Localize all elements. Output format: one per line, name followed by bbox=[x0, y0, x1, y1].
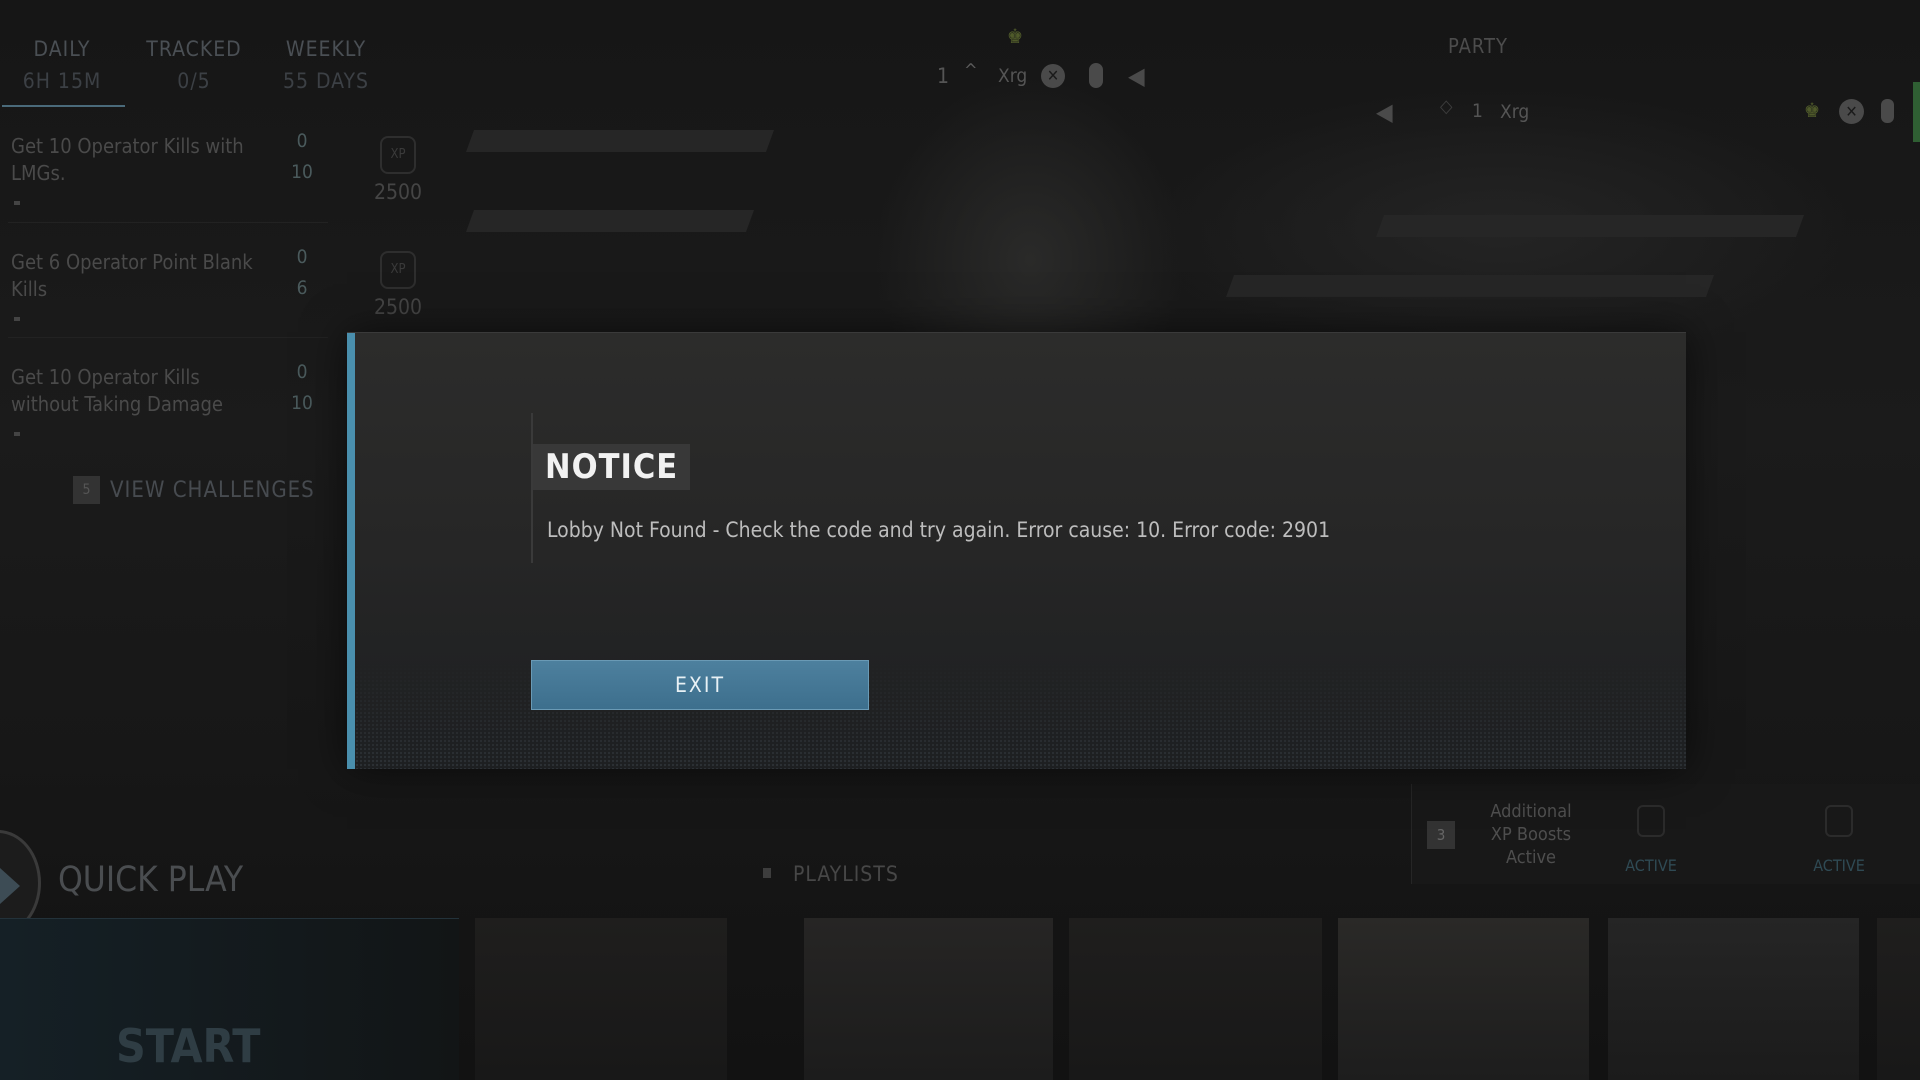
tab-sub: 6H 15M bbox=[22, 69, 102, 93]
player-name: Xrg bbox=[998, 65, 1028, 87]
key-hint: 3 bbox=[1427, 821, 1455, 849]
crown-skull-icon: ♚ bbox=[1007, 24, 1024, 48]
tab-underline bbox=[2, 105, 125, 107]
party-title: PARTY bbox=[1448, 34, 1508, 58]
rank-chevron-icon: ^ bbox=[964, 60, 978, 81]
bg-stripe bbox=[465, 130, 775, 152]
rank-chevron-icon: ◇ bbox=[1440, 96, 1453, 117]
party-status-bar bbox=[1913, 82, 1920, 142]
challenge-progress: 0 10 bbox=[291, 361, 313, 414]
party-member-name[interactable]: Xrg bbox=[1500, 101, 1529, 123]
challenge-title[interactable]: Get 10 Operator Kills without Taking Dam… bbox=[11, 364, 271, 418]
challenge-progress: 06 bbox=[296, 246, 308, 299]
xp-boost-icon bbox=[1637, 805, 1665, 837]
tab-label: DAILY bbox=[33, 37, 91, 61]
divider bbox=[8, 222, 328, 223]
progress-bar bbox=[14, 317, 20, 321]
progress-bar bbox=[14, 432, 20, 436]
speaker-icon[interactable]: ◀ bbox=[1376, 98, 1393, 126]
start-tile[interactable]: START bbox=[0, 918, 459, 1080]
player-level: 1 bbox=[937, 64, 950, 88]
bg-stripe bbox=[1375, 215, 1805, 237]
crown-skull-icon: ♚ bbox=[1804, 98, 1821, 122]
bg-stripe bbox=[465, 210, 755, 232]
playlist-tile[interactable] bbox=[1877, 918, 1920, 1080]
exit-button[interactable]: EXIT bbox=[531, 660, 869, 710]
xp-icon: XP bbox=[380, 136, 416, 174]
party-member-level: 1 bbox=[1472, 100, 1483, 122]
dialog-message: Lobby Not Found - Check the code and try… bbox=[547, 518, 1331, 542]
tab-tracked[interactable]: TRACKED 0/5 bbox=[124, 37, 264, 93]
xp-reward: XP 2500 bbox=[370, 136, 426, 204]
key-hint: 5 bbox=[73, 476, 100, 504]
xbox-icon: ✕ bbox=[1041, 64, 1065, 88]
playlist-tile[interactable] bbox=[475, 918, 727, 1080]
xp-boost-icon bbox=[1825, 805, 1853, 837]
xbox-icon: ✕ bbox=[1839, 99, 1864, 124]
boost-status: ACTIVE bbox=[1625, 856, 1677, 875]
notice-dialog: NOTICE Lobby Not Found - Check the code … bbox=[347, 332, 1686, 769]
playlist-tile[interactable] bbox=[1608, 918, 1859, 1080]
start-label: START bbox=[116, 1019, 261, 1073]
view-challenges-label: VIEW CHALLENGES bbox=[110, 477, 315, 503]
tab-label: WEEKLY bbox=[285, 37, 367, 61]
tab-weekly[interactable]: WEEKLY 55 DAYS bbox=[256, 37, 396, 93]
view-challenges-button[interactable]: 5 VIEW CHALLENGES bbox=[73, 476, 315, 504]
xp-boost-text: Additional XP Boosts Active bbox=[1490, 801, 1572, 868]
challenge-title[interactable]: Get 10 Operator Kills with LMGs. bbox=[11, 133, 271, 187]
mouse-icon bbox=[1881, 99, 1894, 123]
challenge-title[interactable]: Get 6 Operator Point Blank Kills bbox=[11, 249, 271, 303]
boost-status: ACTIVE bbox=[1813, 856, 1865, 875]
tab-sub: 55 DAYS bbox=[282, 69, 370, 93]
divider bbox=[8, 337, 328, 338]
quick-play-title[interactable]: QUICK PLAY bbox=[58, 860, 243, 900]
playlists-marker bbox=[763, 868, 771, 878]
playlist-tile[interactable] bbox=[804, 918, 1053, 1080]
xp-icon: XP bbox=[380, 251, 416, 289]
speaker-icon[interactable]: ◀ bbox=[1128, 62, 1145, 90]
tab-label: TRACKED bbox=[146, 37, 242, 61]
exit-label: EXIT bbox=[675, 673, 725, 697]
xp-reward: XP 2500 bbox=[370, 251, 426, 319]
playlists-label[interactable]: PLAYLISTS bbox=[793, 862, 899, 886]
challenge-progress: 0 10 bbox=[291, 130, 313, 183]
dialog-title: NOTICE bbox=[533, 444, 691, 490]
playlist-tile[interactable] bbox=[1069, 918, 1322, 1080]
bg-stripe bbox=[1225, 275, 1715, 297]
playlist-tile[interactable] bbox=[1338, 918, 1589, 1080]
progress-bar bbox=[14, 201, 20, 205]
mouse-icon bbox=[1089, 63, 1103, 88]
tab-sub: 0/5 bbox=[177, 69, 211, 93]
tab-daily[interactable]: DAILY 6H 15M bbox=[0, 37, 132, 93]
